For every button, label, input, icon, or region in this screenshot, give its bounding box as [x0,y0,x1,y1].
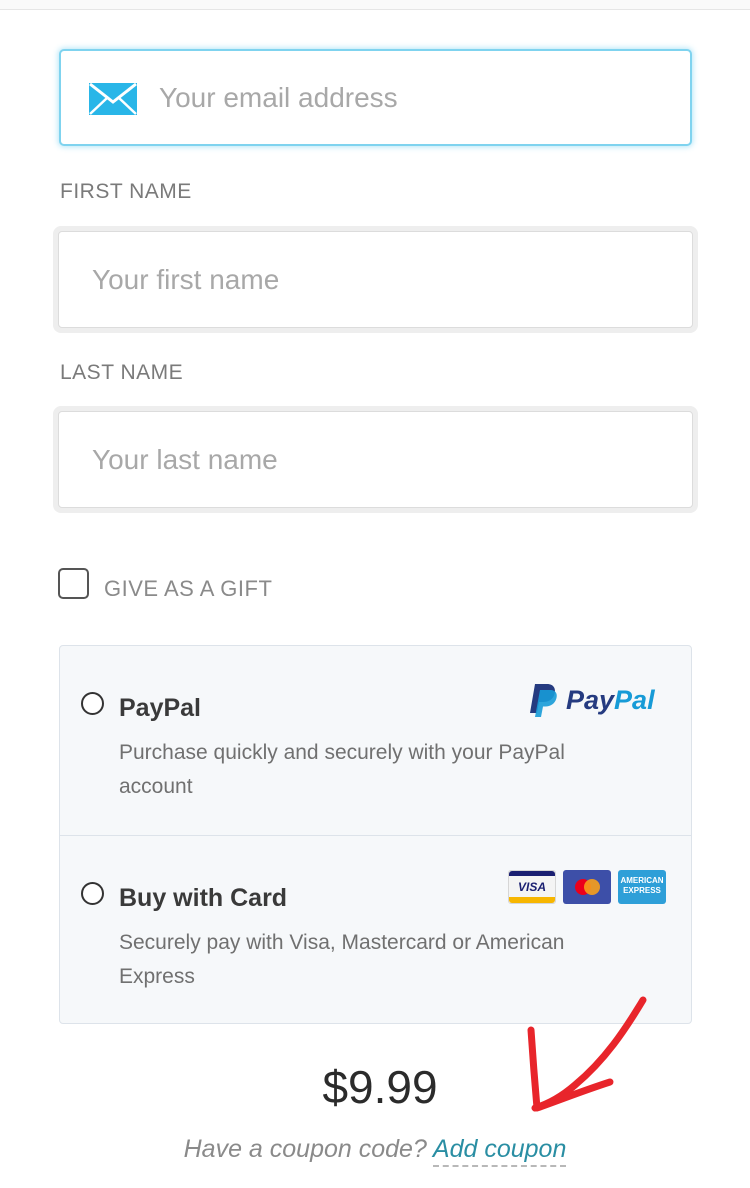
paypal-wordmark-pay: Pay [566,685,615,715]
mastercard-logo [563,870,611,904]
envelope-icon [89,83,137,115]
paypal-wordmark-pal: Pal [614,685,655,715]
paypal-description: Purchase quickly and securely with your … [119,741,565,798]
payment-options-panel: PayPal Purchase quickly and securely wit… [59,645,692,1024]
card-title: Buy with Card [119,884,288,912]
first-name-input[interactable] [58,231,693,328]
visa-logo: VISA [508,870,556,904]
paypal-wordmark: PayPal [566,682,655,718]
paypal-p-icon [530,684,557,717]
payment-option-paypal[interactable]: PayPal Purchase quickly and securely wit… [60,646,691,835]
card-description: Securely pay with Visa, Mastercard or Am… [119,931,565,988]
visa-logo-text: VISA [517,880,546,894]
visa-stripe-bottom [509,897,555,903]
first-name-label: FIRST NAME [60,180,192,203]
paypal-logo: PayPal [526,682,664,718]
add-coupon-link[interactable]: Add coupon [432,1135,567,1167]
gift-label[interactable]: GIVE AS A GIFT [104,576,272,602]
checkout-page: FIRST NAME LAST NAME GIVE AS A GIFT PayP… [0,0,750,1188]
visa-stripe-top [509,871,555,876]
last-name-field [53,406,698,513]
paypal-title: PayPal [119,694,202,722]
amex-logo-text: AMERICAN EXPRESS [620,876,664,895]
coupon-line: Have a coupon code? Add coupon [0,1135,750,1167]
email-input[interactable] [159,51,679,144]
first-name-field [53,226,698,333]
top-divider [0,0,750,10]
last-name-input[interactable] [58,411,693,508]
card-logos: VISA AMERICAN EXPRESS [508,870,668,906]
amex-logo: AMERICAN EXPRESS [618,870,666,904]
red-arrow-annotation [527,996,647,1112]
card-radio[interactable] [81,882,104,905]
coupon-prompt: Have a coupon code? [183,1135,427,1163]
last-name-label: LAST NAME [60,361,184,384]
mastercard-orange-circle [584,879,600,895]
gift-checkbox[interactable] [58,568,89,599]
email-field[interactable] [59,49,692,146]
paypal-radio[interactable] [81,692,104,715]
